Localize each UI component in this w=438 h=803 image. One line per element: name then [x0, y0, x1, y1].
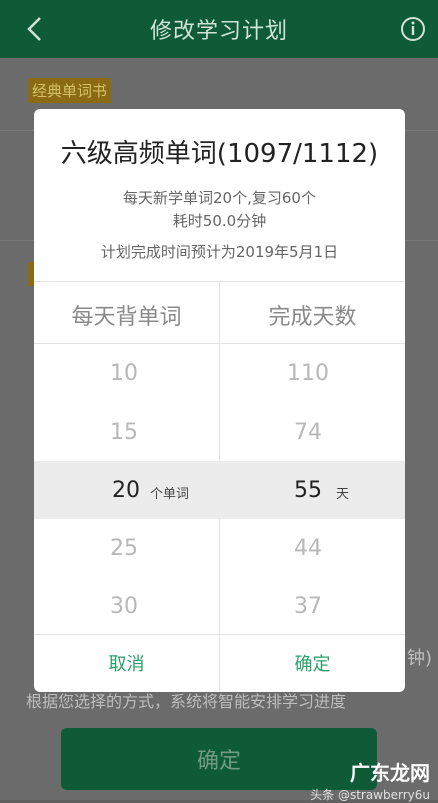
days-option-selected[interactable]: 55: [288, 478, 328, 503]
words-option[interactable]: 25: [104, 536, 144, 561]
wordbook-tag: 经典单词书: [28, 78, 112, 103]
background-bracket-text: 钟): [406, 648, 432, 669]
words-option[interactable]: 30: [104, 594, 144, 619]
words-option[interactable]: 10: [104, 361, 144, 386]
dialog-duration: 耗时50.0分钟: [172, 212, 267, 230]
watermark-title: 广东龙网: [350, 761, 430, 785]
watermark: 广东龙网 头条 @strawberry6u: [310, 757, 430, 803]
words-option-selected[interactable]: 20: [106, 478, 146, 503]
app-header: 修改学习计划: [0, 0, 438, 58]
words-unit: 个单词: [150, 487, 190, 502]
dialog-title: 六级高频单词(1097/1112): [60, 139, 379, 169]
days-option[interactable]: 74: [280, 420, 336, 445]
words-option[interactable]: 15: [104, 420, 144, 445]
plan-dialog: 六级高频单词(1097/1112) 每天新学单词20个,复习60个 耗时50.0…: [34, 109, 405, 692]
days-column-header: 完成天数: [268, 305, 357, 330]
info-circle-icon[interactable]: [400, 16, 426, 42]
dialog-completion-date: 计划完成时间预计为2019年5月1日: [100, 243, 339, 261]
days-option[interactable]: 37: [288, 594, 328, 619]
picker-selection-band: [34, 461, 405, 519]
days-option[interactable]: 44: [288, 536, 328, 561]
days-unit: 天: [336, 487, 350, 502]
cancel-button[interactable]: 取消: [34, 634, 219, 692]
dialog-summary: 每天新学单词20个,复习60个: [123, 189, 316, 207]
days-option[interactable]: 110: [280, 361, 336, 386]
watermark-author: 头条 @strawberry6u: [310, 788, 430, 802]
chevron-left-icon[interactable]: [22, 14, 50, 44]
confirm-button[interactable]: 确定: [220, 634, 405, 692]
page-title: 修改学习计划: [149, 19, 288, 44]
words-column-header: 每天背单词: [71, 305, 182, 330]
